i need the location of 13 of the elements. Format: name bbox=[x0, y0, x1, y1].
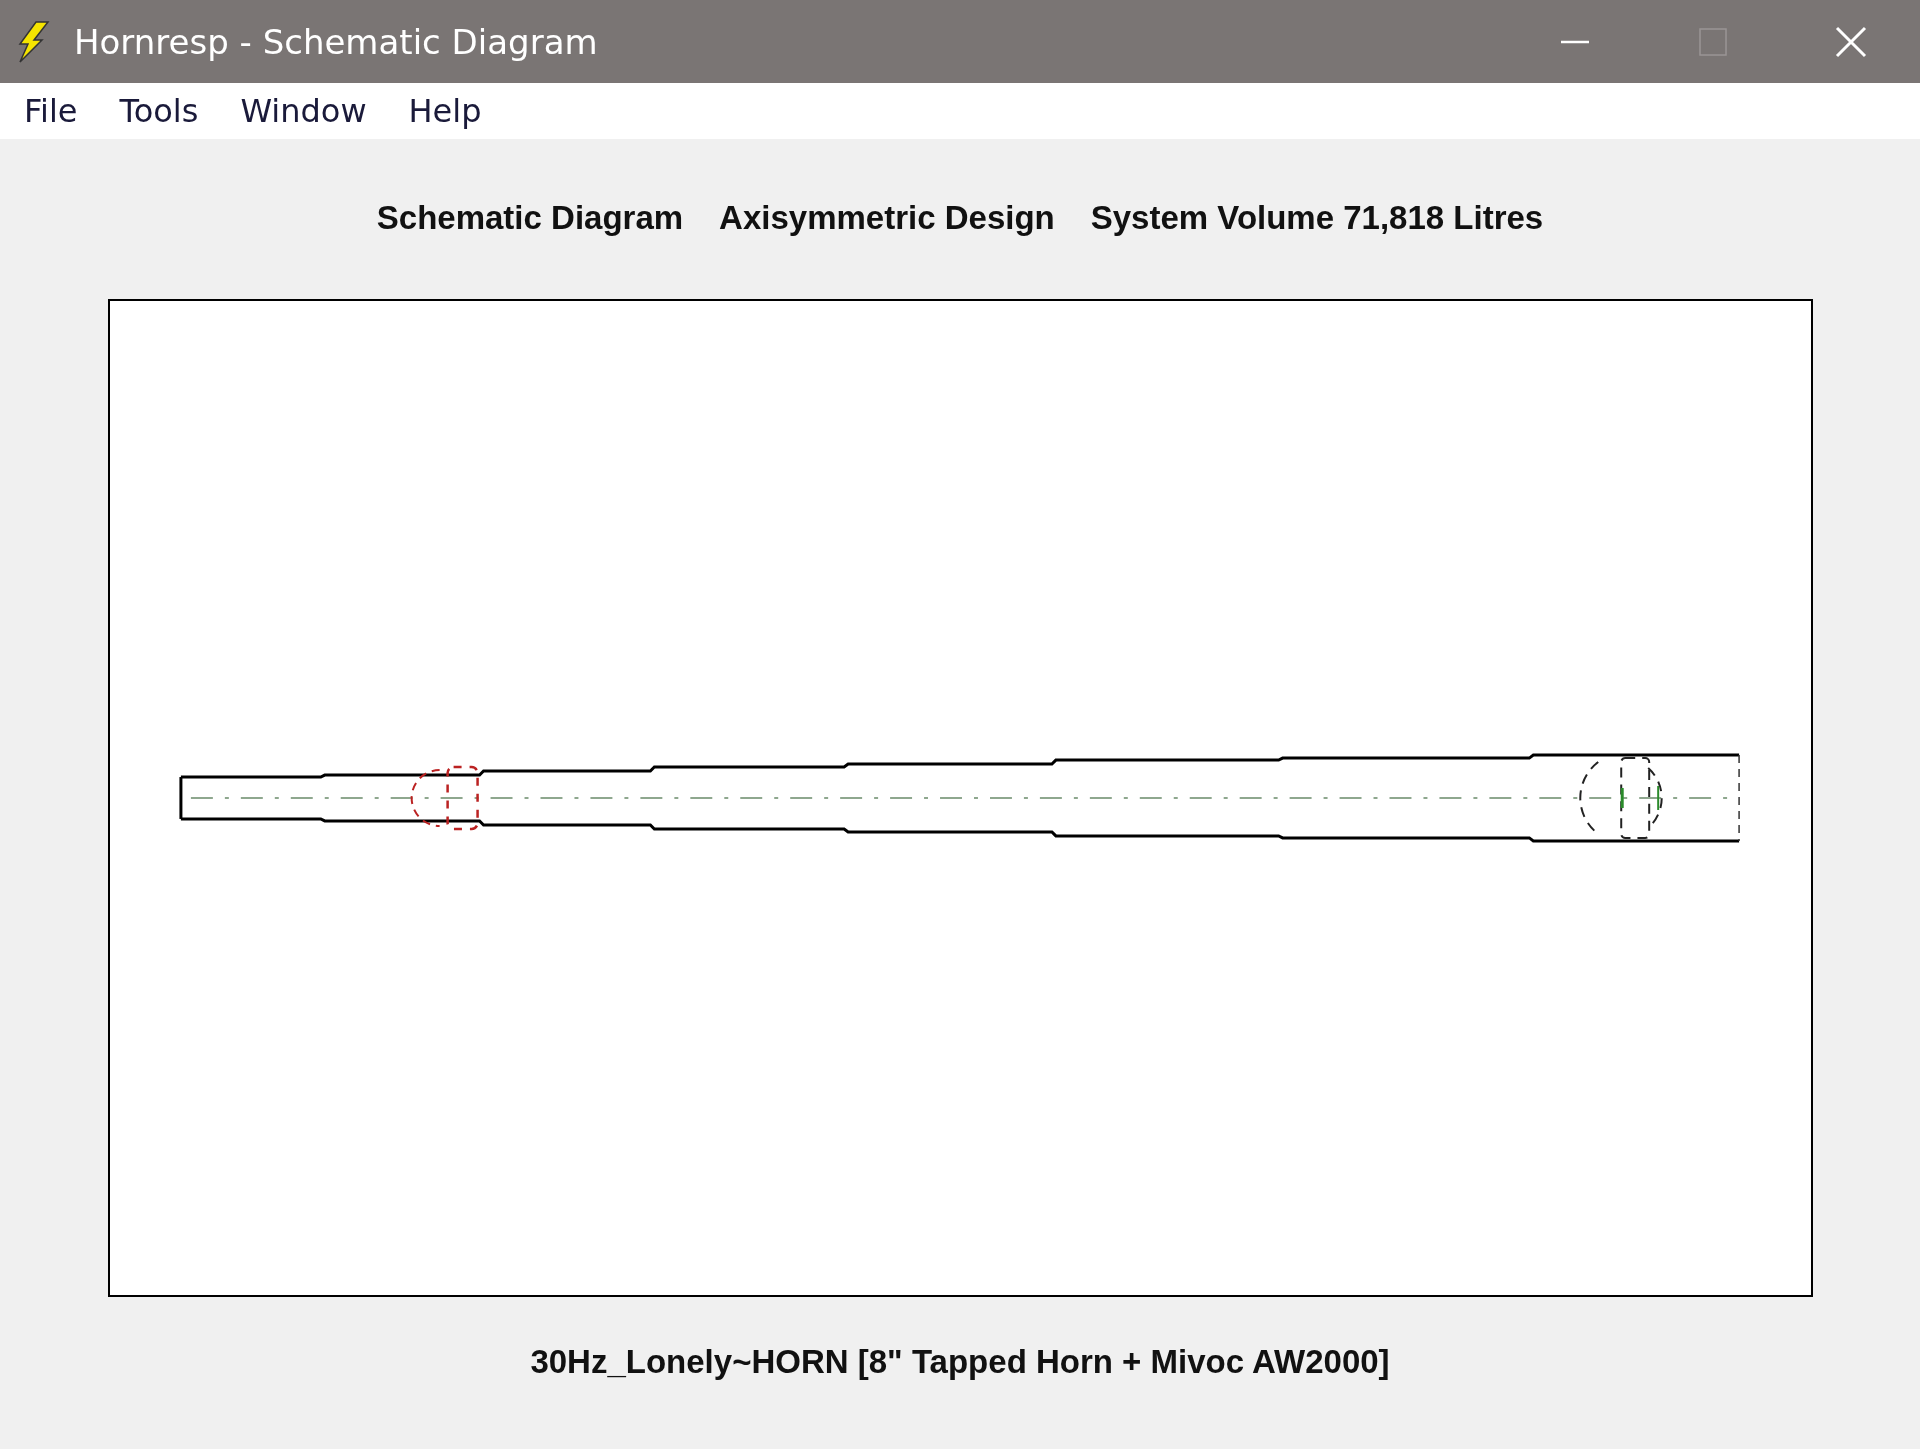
minimize-icon bbox=[1559, 39, 1591, 44]
diagram-heading: Axisymmetric Design bbox=[719, 199, 1055, 238]
diagram-heading: System Volume 71,818 Litres bbox=[1090, 199, 1544, 238]
window-title: Hornresp - Schematic Diagram bbox=[74, 21, 599, 62]
maximize-icon bbox=[1697, 25, 1729, 58]
menu-item[interactable]: File bbox=[24, 92, 78, 130]
menu-item[interactable]: Help bbox=[408, 92, 482, 130]
close-icon bbox=[1834, 24, 1868, 59]
design-name: 30Hz_Lonely~HORN [8" Tapped Horn + Mivoc AW2000] bbox=[530, 1343, 1390, 1381]
menu-item[interactable]: Tools bbox=[119, 92, 199, 130]
menu-item[interactable]: Window bbox=[240, 92, 367, 130]
lightning-bolt-icon bbox=[16, 19, 50, 64]
diagram-heading: Schematic Diagram bbox=[376, 199, 684, 238]
